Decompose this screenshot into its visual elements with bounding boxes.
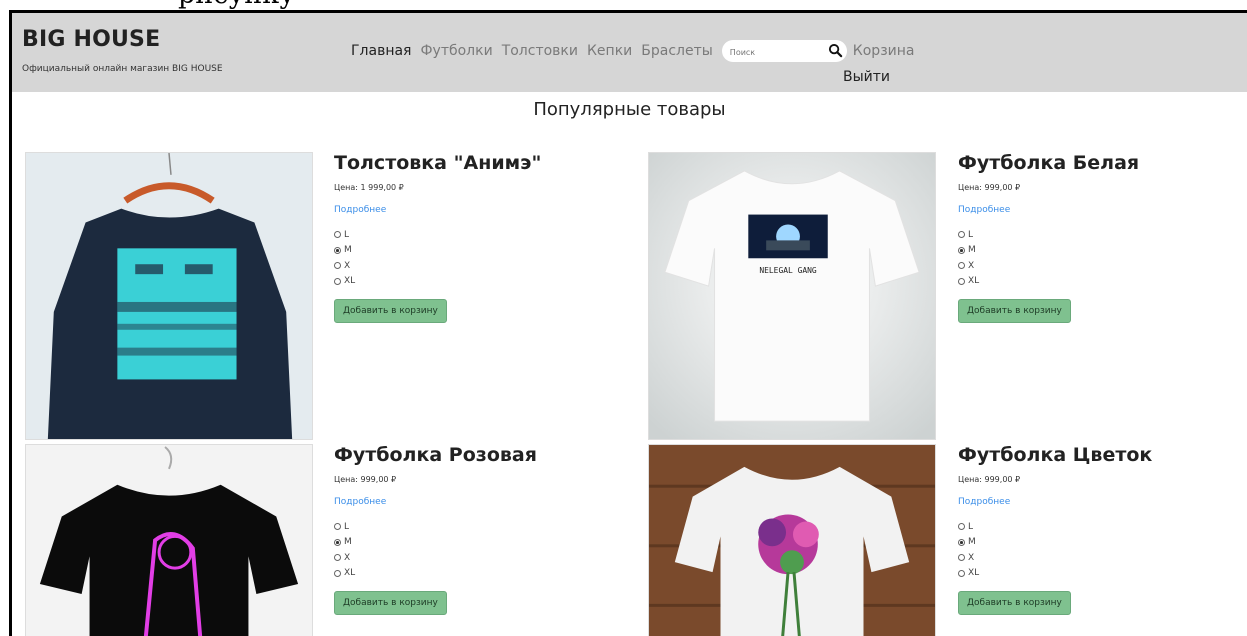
size-option-m[interactable]: M [334,535,594,551]
main-nav: Главная Футболки Толстовки Кепки Браслет… [351,40,923,64]
product-price: Цена: 1 999,00 ₽ [334,183,404,192]
product-image-pink-tshirt[interactable] [25,444,313,636]
size-option-m[interactable]: M [958,535,1218,551]
size-options: L M X XL [958,519,1218,581]
product-name: Футболка Цветок [958,444,1153,466]
nav-link-bracelets[interactable]: Браслеты [641,43,713,59]
radio-icon [334,554,341,562]
size-option-x[interactable]: X [958,258,1218,274]
product-name: Футболка Белая [958,152,1140,174]
radio-icon [958,277,965,285]
radio-selected-icon [958,246,965,254]
radio-icon [334,277,341,285]
product-card-1: Толстовка "Анимэ" Цена: 1 999,00 ₽ Подро… [334,152,594,323]
logout-link[interactable]: Выйти [843,69,890,85]
site-header: BIG HOUSE Официальный онлайн магазин BIG… [12,13,1247,92]
product-image-sweatshirt-anime[interactable] [25,152,313,440]
add-to-cart-button[interactable]: Добавить в корзину [334,299,447,323]
product-card-4: Футболка Цветок Цена: 999,00 ₽ Подробнее… [958,444,1218,615]
product-image-flower-tshirt[interactable] [648,444,936,636]
add-to-cart-button[interactable]: Добавить в корзину [958,591,1071,615]
radio-icon [958,231,965,239]
radio-selected-icon [334,538,341,546]
product-name: Толстовка "Анимэ" [334,152,542,174]
search-input[interactable] [729,41,820,64]
size-option-x[interactable]: X [958,550,1218,566]
black-tshirt-pink-print-image [26,445,312,636]
flower-tshirt-image [649,445,935,636]
product-details-link[interactable]: Подробнее [958,205,1218,215]
product-details-link[interactable]: Подробнее [958,497,1218,507]
product-details-link[interactable]: Подробнее [334,497,594,507]
size-option-xl[interactable]: XL [334,274,594,290]
radio-icon [958,262,965,270]
brand-logo[interactable]: BIG HOUSE [22,27,160,52]
product-image-white-tshirt[interactable]: NELEGAL GANG [648,152,936,440]
radio-icon [334,523,341,531]
top-caption-fragment: рисунку [178,0,295,10]
nav-link-caps[interactable]: Кепки [587,43,632,59]
radio-icon [334,262,341,270]
product-card-2: Футболка Белая Цена: 999,00 ₽ Подробнее … [958,152,1218,323]
nav-link-home[interactable]: Главная [351,43,411,59]
brand-tagline: Официальный онлайн магазин BIG HOUSE [22,64,223,74]
search-box [721,40,847,64]
size-option-xl[interactable]: XL [958,566,1218,582]
radio-selected-icon [334,246,341,254]
white-tshirt-image: NELEGAL GANG [649,153,935,439]
size-option-m[interactable]: M [958,243,1218,259]
sweatshirt-anime-image [26,153,312,439]
nav-link-hoodies[interactable]: Толстовки [502,43,578,59]
product-card-3: Футболка Розовая Цена: 999,00 ₽ Подробне… [334,444,594,615]
nav-link-cart[interactable]: Корзина [853,43,915,59]
size-option-x[interactable]: X [334,258,594,274]
radio-icon [958,523,965,531]
radio-icon [334,231,341,239]
product-details-link[interactable]: Подробнее [334,205,594,215]
product-name: Футболка Розовая [334,444,537,466]
radio-icon [958,569,965,577]
size-option-m[interactable]: M [334,243,594,259]
size-options: L M X XL [334,227,594,289]
browser-frame: BIG HOUSE Официальный онлайн магазин BIG… [9,10,1247,636]
size-option-l[interactable]: L [958,227,1218,243]
product-price: Цена: 999,00 ₽ [958,475,1021,484]
search-icon[interactable] [828,43,843,58]
size-option-l[interactable]: L [334,227,594,243]
svg-text:NELEGAL GANG: NELEGAL GANG [759,266,817,275]
product-price: Цена: 999,00 ₽ [334,475,397,484]
size-options: L M X XL [958,227,1218,289]
radio-selected-icon [958,538,965,546]
size-option-x[interactable]: X [334,550,594,566]
add-to-cart-button[interactable]: Добавить в корзину [958,299,1071,323]
radio-icon [334,569,341,577]
size-options: L M X XL [334,519,594,581]
size-option-l[interactable]: L [958,519,1218,535]
add-to-cart-button[interactable]: Добавить в корзину [334,591,447,615]
product-price: Цена: 999,00 ₽ [958,183,1021,192]
radio-icon [958,554,965,562]
section-title: Популярные товары [533,99,726,120]
nav-link-tshirts[interactable]: Футболки [420,43,492,59]
size-option-xl[interactable]: XL [958,274,1218,290]
size-option-l[interactable]: L [334,519,594,535]
size-option-xl[interactable]: XL [334,566,594,582]
